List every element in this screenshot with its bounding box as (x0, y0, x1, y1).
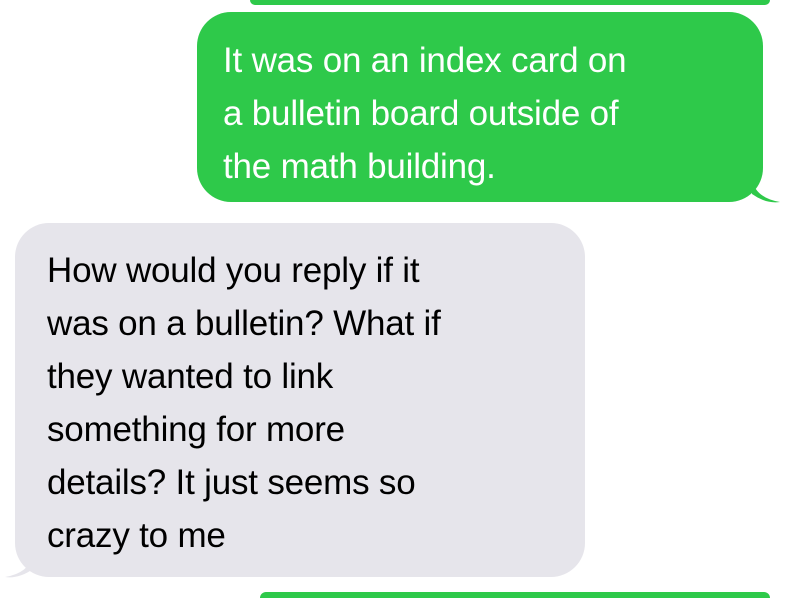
next-sent-bubble-edge (260, 592, 770, 598)
message-line: It was on an index card on (223, 41, 627, 80)
sent-bubble-tail (752, 180, 780, 203)
message-line: something for more (47, 410, 345, 449)
received-bubble-tail (5, 555, 33, 578)
sent-message-bubble[interactable]: It was on an index card on a bulletin bo… (197, 12, 763, 202)
message-line: a bulletin board outside of (223, 94, 619, 133)
message-line: details? It just seems so (47, 463, 416, 502)
message-line: crazy to me (47, 516, 226, 555)
message-line: was on a bulletin? What if (47, 304, 441, 343)
message-line: the math building. (223, 147, 496, 186)
message-thread: It was on an index card on a bulletin bo… (0, 0, 800, 598)
previous-sent-bubble-edge (250, 0, 770, 5)
message-line: How would you reply if it (47, 251, 420, 290)
received-message-bubble[interactable]: How would you reply if it was on a bulle… (15, 223, 585, 577)
message-line: they wanted to link (47, 357, 334, 396)
